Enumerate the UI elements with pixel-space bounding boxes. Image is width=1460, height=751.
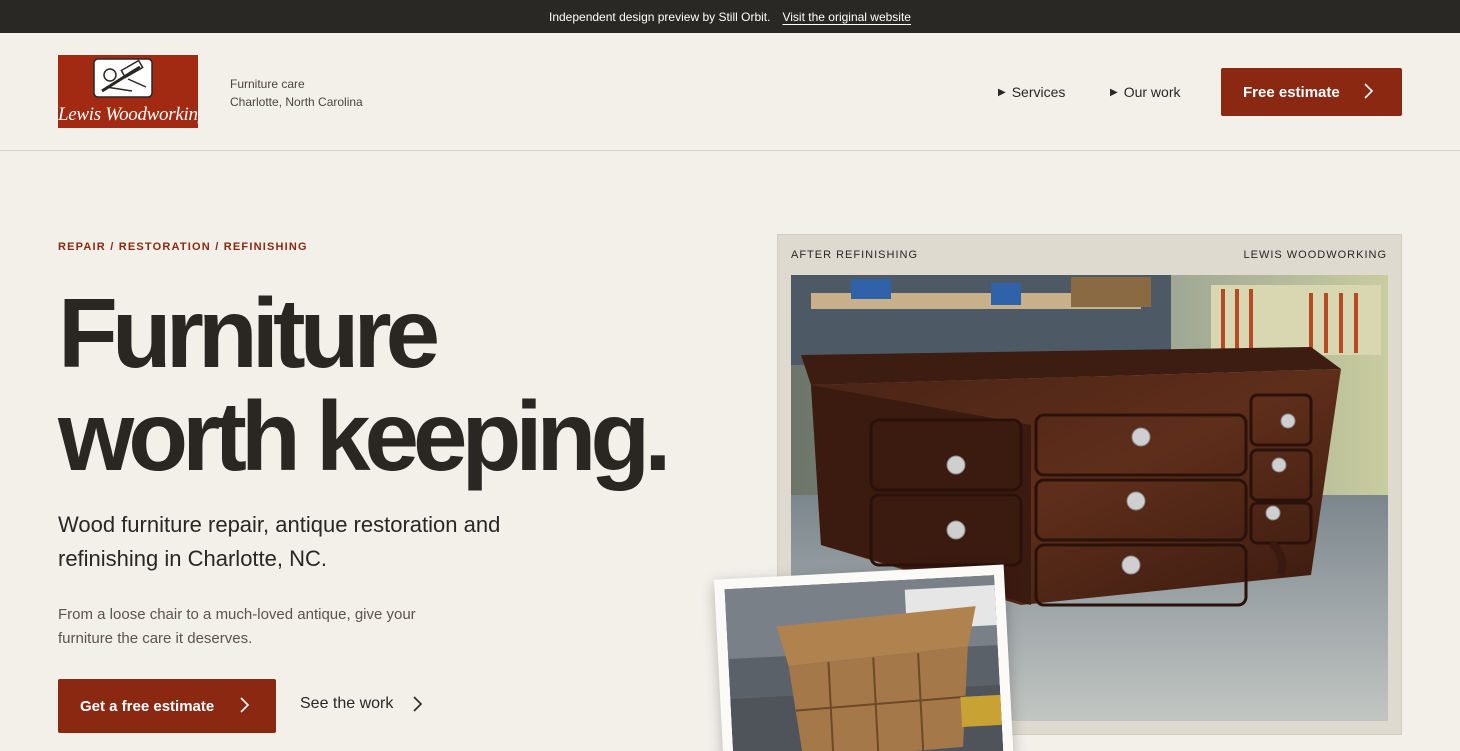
nav-services-label: Services bbox=[1011, 84, 1066, 100]
see-the-work-link[interactable]: See the work bbox=[300, 695, 423, 713]
header-tagline: Furniture care Charlotte, North Carolina bbox=[230, 75, 363, 111]
tagline-location: Charlotte, North Carolina bbox=[230, 95, 363, 109]
chevron-right-icon bbox=[240, 697, 250, 713]
original-website-link[interactable]: Visit the original website bbox=[782, 10, 911, 24]
nav-our-work-label: Our work bbox=[1123, 84, 1181, 100]
headline-line-2: worth keeping. bbox=[58, 381, 672, 491]
nav-item-our-work[interactable]: ▶ Our work bbox=[1110, 84, 1181, 100]
tagline-service: Furniture care bbox=[230, 77, 305, 91]
chevron-right-icon bbox=[413, 696, 423, 712]
hero-description: From a loose chair to a much-loved antiq… bbox=[58, 606, 416, 647]
get-free-estimate-button[interactable]: Get a free estimate bbox=[58, 679, 276, 733]
nav-item-services[interactable]: ▶ Services bbox=[998, 84, 1065, 100]
unfinished-cabinet-illustration bbox=[724, 575, 1004, 751]
card-caption: AFTER REFINISHING bbox=[791, 249, 919, 261]
site-header: Lewis Woodworking Furniture care Charlot… bbox=[0, 33, 1460, 151]
woodworking-tools-icon bbox=[93, 58, 153, 98]
get-free-estimate-label: Get a free estimate bbox=[80, 697, 215, 715]
see-the-work-label: See the work bbox=[300, 695, 394, 712]
hero-subheading: Wood furniture repair, antique restorati… bbox=[58, 512, 501, 571]
triangle-right-icon: ▶ bbox=[998, 86, 1006, 98]
banner-text: Independent design preview by Still Orbi… bbox=[549, 9, 771, 24]
free-estimate-label: Free estimate bbox=[1243, 83, 1340, 101]
preview-banner: Independent design preview by Still Orbi… bbox=[0, 0, 1460, 33]
logo-wordmark: Lewis Woodworking bbox=[58, 104, 198, 125]
hero-eyebrow: REPAIR / RESTORATION / REFINISHING bbox=[58, 241, 308, 253]
before-refinishing-photo bbox=[713, 564, 1015, 751]
free-estimate-button[interactable]: Free estimate bbox=[1221, 68, 1402, 116]
triangle-right-icon: ▶ bbox=[1110, 86, 1118, 98]
hero-headline: Furniture worth keeping. bbox=[58, 278, 672, 491]
logo[interactable]: Lewis Woodworking bbox=[58, 55, 198, 128]
chevron-right-icon bbox=[1364, 83, 1374, 99]
card-brand: LEWIS WOODWORKING bbox=[1243, 249, 1387, 261]
headline-line-1: Furniture bbox=[58, 278, 440, 388]
